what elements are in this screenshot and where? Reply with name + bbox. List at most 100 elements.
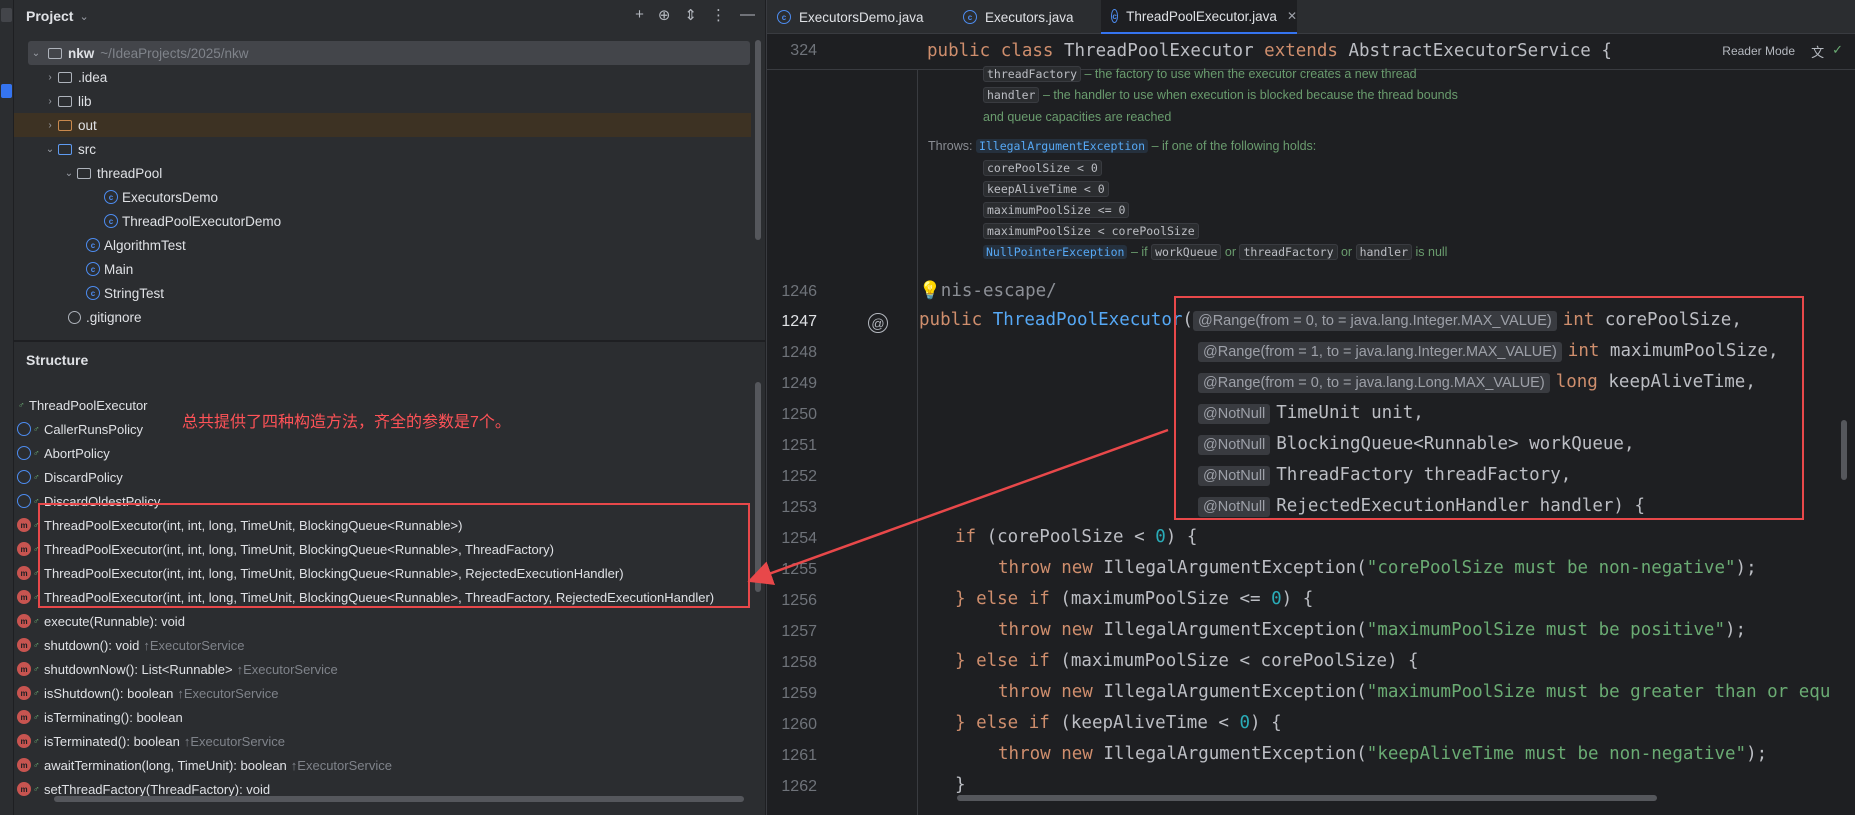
tree-item-src[interactable]: ⌄ src [14,137,96,161]
tree-item-label: ThreadPoolExecutorDemo [122,213,282,229]
annotation-gutter-icon[interactable]: @ [868,313,888,333]
structure-item-label: isShutdown(): boolean [44,685,174,701]
code-text: (maximumPoolSize < corePoolSize) { [1049,651,1419,671]
tree-item-threadpool[interactable]: ⌄ threadPool [14,161,163,185]
class-icon: c [86,262,100,276]
keyword: throw [998,620,1051,640]
line-number: 1251 [781,437,817,454]
doc-cond: corePoolSize < 0 [983,160,1102,176]
line-number: 1255 [781,561,817,578]
folder-icon [58,71,72,83]
tree-item-algorithmtest[interactable]: c AlgorithmTest [14,233,186,257]
doc-link[interactable]: IllegalArgumentException [975,139,1149,153]
structure-item-isterminating[interactable]: m ♂ isTerminating(): boolean [14,705,183,729]
keyword: extends [1264,41,1338,61]
method-icon: m [17,542,31,556]
doc-link[interactable]: NullPointerException [983,245,1128,259]
code-text: (corePoolSize < [976,527,1156,547]
chevron-right-icon[interactable]: › [42,120,58,131]
code-text: (maximumPoolSize <= [1049,589,1272,609]
tab-executorsdemo[interactable]: c ExecutorsDemo.java [767,0,947,34]
number: 0 [1239,713,1251,733]
keyword: new [1061,682,1093,702]
code-line-1262: } [955,775,966,795]
public-icon: ♂ [33,736,40,746]
superclass: AbstractExecutorService { [1337,41,1612,61]
code-text: IllegalArgumentException( [1092,620,1367,640]
project-scrollbar[interactable] [755,40,761,240]
close-icon[interactable]: ✕ [1287,9,1297,23]
structure-item-execute[interactable]: m ♂ execute(Runnable): void [14,609,185,633]
code-line-1254: if (corePoolSize < 0) { [955,527,1197,547]
chevron-down-icon[interactable]: ⌄ [79,10,88,23]
structure-item-isshutdown[interactable]: m ♂ isShutdown(): boolean ↑ExecutorServi… [14,681,279,705]
editor-scrollbar[interactable] [1841,420,1847,480]
tree-item-idea[interactable]: › .idea [14,65,107,89]
project-tool-icon[interactable] [1,8,12,22]
tab-threadpoolexecutor[interactable]: c ThreadPoolExecutor.java ✕ [1101,0,1297,34]
structure-item-label: shutdown(): void [44,637,140,653]
chevron-right-icon[interactable]: › [42,96,58,107]
structure-item-callerrunspolicy[interactable]: ♂ CallerRunsPolicy [14,417,143,441]
gutter-divider [917,70,918,815]
method-icon: m [17,662,31,676]
locate-icon[interactable]: ⊕ [658,6,671,24]
doc-text: or [1337,245,1356,259]
structure-item-awaittermination[interactable]: m ♂ awaitTermination(long, TimeUnit): bo… [14,753,392,777]
chevron-right-icon[interactable]: › [42,72,58,83]
tree-item-gitignore[interactable]: .gitignore [14,305,142,329]
doc-code: threadFactory [1239,244,1338,260]
keyword: public [919,310,983,330]
chevron-down-icon[interactable]: ⌄ [42,144,58,155]
tree-item-nkw[interactable]: ⌄ nkw ~/IdeaProjects/2025/nkw [28,41,750,65]
inner-class-icon [17,446,31,460]
more-icon[interactable]: ⋮ [711,6,726,24]
doc-param-threadfactory: threadFactory – the factory to use when … [983,66,1417,82]
tree-item-label: threadPool [97,165,163,181]
structure-tool-icon[interactable] [1,84,12,98]
structure-item-shutdown[interactable]: m ♂ shutdown(): void ↑ExecutorService [14,633,245,657]
keyword: } else if [955,589,1050,609]
tree-item-main[interactable]: c Main [14,257,133,281]
reader-mode-toggle[interactable]: Reader Mode [1722,44,1795,58]
keyword: throw [998,558,1051,578]
tab-executors[interactable]: c Executors.java [953,0,1093,34]
check-icon[interactable]: ✓ [1832,42,1843,61]
tree-item-out[interactable]: › out [14,113,751,137]
expand-collapse-icon[interactable]: ⇕ [684,6,697,24]
structure-item-label: AbortPolicy [44,445,110,461]
editor-hscrollbar[interactable] [957,795,1657,801]
tree-item-executorsdemo[interactable]: c ExecutorsDemo [14,185,218,209]
doc-code: keepAliveTime < 0 [983,181,1109,197]
structure-item-abortpolicy[interactable]: ♂ AbortPolicy [14,441,110,465]
public-icon: ♂ [33,760,40,770]
tree-item-label: AlgorithmTest [104,237,186,253]
doc-npe: NullPointerException – if workQueue or t… [983,244,1447,260]
class-icon: c [86,238,100,252]
line-number: 1247 [781,313,817,330]
chevron-down-icon[interactable]: ⌄ [28,48,44,59]
bulb-icon[interactable]: 💡 [919,281,941,301]
translate-icon[interactable]: 文 [1811,42,1824,61]
tree-item-lib[interactable]: › lib [14,89,91,113]
method-icon: m [17,782,31,796]
minimize-icon[interactable]: — [740,6,755,24]
structure-item-isterminated[interactable]: m ♂ isTerminated(): boolean ↑ExecutorSer… [14,729,285,753]
structure-item-discardpolicy[interactable]: ♂ DiscardPolicy [14,465,123,489]
class-icon: c [104,190,118,204]
tree-item-threadpoolexecutordemo[interactable]: c ThreadPoolExecutorDemo [14,209,281,233]
structure-scrollbar[interactable] [755,382,761,592]
tree-item-stringtest[interactable]: c StringTest [14,281,164,305]
structure-item-label: ThreadPoolExecutor [29,397,148,413]
structure-item-label: isTerminated(): boolean [44,733,180,749]
add-icon[interactable]: + [635,6,644,24]
doc-text: – if one of the following holds: [1148,139,1317,153]
code-line-1246: 💡nis-escape/ [919,281,1057,301]
structure-item-class[interactable]: ♂ ThreadPoolExecutor [14,393,148,417]
project-panel-title[interactable]: Project [26,8,73,24]
structure-hscrollbar[interactable] [54,796,744,802]
structure-item-shutdownnow[interactable]: m ♂ shutdownNow(): List<Runnable> ↑Execu… [14,657,338,681]
chevron-down-icon[interactable]: ⌄ [61,168,77,179]
keyword: new [1061,558,1093,578]
class-icon: c [1111,9,1119,23]
